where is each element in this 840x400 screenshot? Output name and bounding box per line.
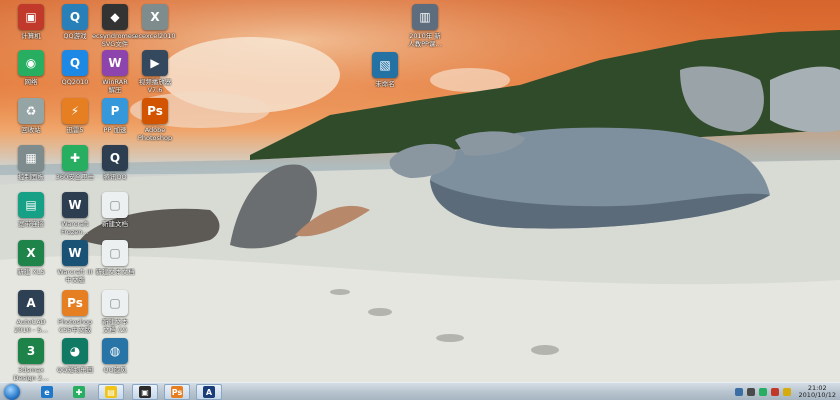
desktop-icon-label: 腾讯QQ [103,173,127,181]
desktop-icon-label: 2010年 新人教PP课… [408,32,442,48]
taskbar-app-media[interactable]: ▣ [132,384,158,400]
desktop-icon[interactable]: A AutoCAD 2010 - S… [8,290,54,334]
desktop-icon[interactable]: ▢ 新建文本文档 [92,240,138,276]
app-icon: ✚ [62,145,88,171]
desktop-icon[interactable]: ▢ 新建文档 [92,192,138,228]
desktop-icon[interactable]: ▦ 控制面板 [8,145,54,181]
desktop-icon[interactable]: ♻ 回收站 [8,98,54,134]
volume-icon[interactable] [746,388,755,396]
network-icon[interactable] [734,388,743,396]
ie-icon: e [41,386,53,398]
desktop-icon-label: Adobe Photoshop [137,126,173,142]
app-icon: ▤ [18,192,44,218]
taskbar-app-photoshop[interactable]: Ps [164,384,190,400]
desktop-icon-label: 3dsmax Design 2… [13,366,49,382]
desktop-icon-label: 计算机 [21,32,41,40]
media-icon: ▣ [139,386,151,398]
app-icon: ▥ [412,4,438,30]
desktop-icon[interactable]: ▥ 2010年 新人教PP课… [402,4,448,48]
desktop-icon[interactable]: 3 3dsmax Design 2… [8,338,54,382]
desktop-icon-label: 未命名 [375,80,395,88]
desktop-icon-label: ecexcel2010 [134,32,176,40]
autocad-icon: A [203,386,215,398]
app-icon: ⚡ [62,98,88,124]
app-icon: ▶ [142,50,168,76]
app-icon: ▢ [102,192,128,218]
flag-icon[interactable] [782,388,791,396]
system-tray: 21:02 2010/10/12 [734,385,836,399]
app-icon: ◍ [102,338,128,364]
app-icon: ▧ [372,52,398,78]
taskbar-app-autocad[interactable]: A [196,384,222,400]
app-icon: 3 [18,338,44,364]
app-icon: X [18,240,44,266]
desktop-icon[interactable]: Xecexcel2010 [132,4,178,40]
app-icon: A [18,290,44,316]
desktop-icon[interactable]: X 新建 XLS [8,240,54,276]
desktop-icon[interactable]: ▤ 宽带连接 [8,192,54,228]
desktop-icon-label: AutoCAD 2010 - S… [14,318,48,334]
app-icon: ▣ [18,4,44,30]
clock[interactable]: 21:02 2010/10/12 [799,385,836,399]
app-icon: ◕ [62,338,88,364]
desktop-icon[interactable]: ▢ 新建文本 文档 (2) [92,290,138,334]
desktop-icon-label: 新建文本 文档 (2) [102,318,128,334]
app-icon: Q [62,4,88,30]
app-icon: Ps [142,98,168,124]
desktop-icon-label: 视频播放器 V7.6 [138,78,172,94]
taskbar-app-ie[interactable]: e [34,384,60,400]
desktop-icon-label: 控制面板 [18,173,44,181]
app-icon: W [62,240,88,266]
taskbar-app-360[interactable]: ✚ [66,384,92,400]
desktop-icon-label: 回收站 [21,126,41,134]
app-icon: ▢ [102,290,128,316]
taskbar: e ✚ ▤ ▣ Ps A 21:02 2010/10/12 [0,382,840,400]
explorer-icon: ▤ [105,386,117,398]
security-icon[interactable] [758,388,767,396]
app-icon: ◆ [102,4,128,30]
desktop-icon[interactable]: ▣ 计算机 [8,4,54,40]
desktop-icon-label: 新建文档 [102,220,128,228]
desktop-icon-label: QQ旋风 [103,366,127,374]
app-icon: Q [102,145,128,171]
360-icon: ✚ [73,386,85,398]
photoshop-icon: Ps [171,386,183,398]
taskbar-app-explorer[interactable]: ▤ [98,384,124,400]
app-icon: ▢ [102,240,128,266]
app-icon: Q [62,50,88,76]
app-icon: X [142,4,168,30]
desktop-icon-label: 网络 [24,78,38,86]
desktop-icon[interactable]: ◍ QQ旋风 [92,338,138,374]
desktop-icon-label: 新建文本文档 [95,268,135,276]
app-icon: W [102,50,128,76]
app-icon: Ps [62,290,88,316]
app-icon: W [62,192,88,218]
ime-icon[interactable] [770,388,779,396]
desktop-icon[interactable]: ▶ 视频播放器 V7.6 [132,50,178,94]
app-icon: ◉ [18,50,44,76]
clock-date: 2010/10/12 [798,391,836,399]
app-icon: ▦ [18,145,44,171]
app-icon: P [102,98,128,124]
desktop-icon[interactable]: ◉ 网络 [8,50,54,86]
desktop-icon[interactable]: Ps Adobe Photoshop [132,98,178,142]
app-icon: ♻ [18,98,44,124]
desktop-icon-label: 宽带连接 [18,220,44,228]
desktop-icon[interactable]: ▧ 未命名 [362,52,408,88]
start-button[interactable] [4,384,20,400]
desktop: ▣计算机QQQ游戏◆ecsyndromes-…SVG文件Xecexcel2010… [0,0,840,382]
desktop-icon[interactable]: Q 腾讯QQ [92,145,138,181]
desktop-icon-label: 新建 XLS [17,268,45,276]
